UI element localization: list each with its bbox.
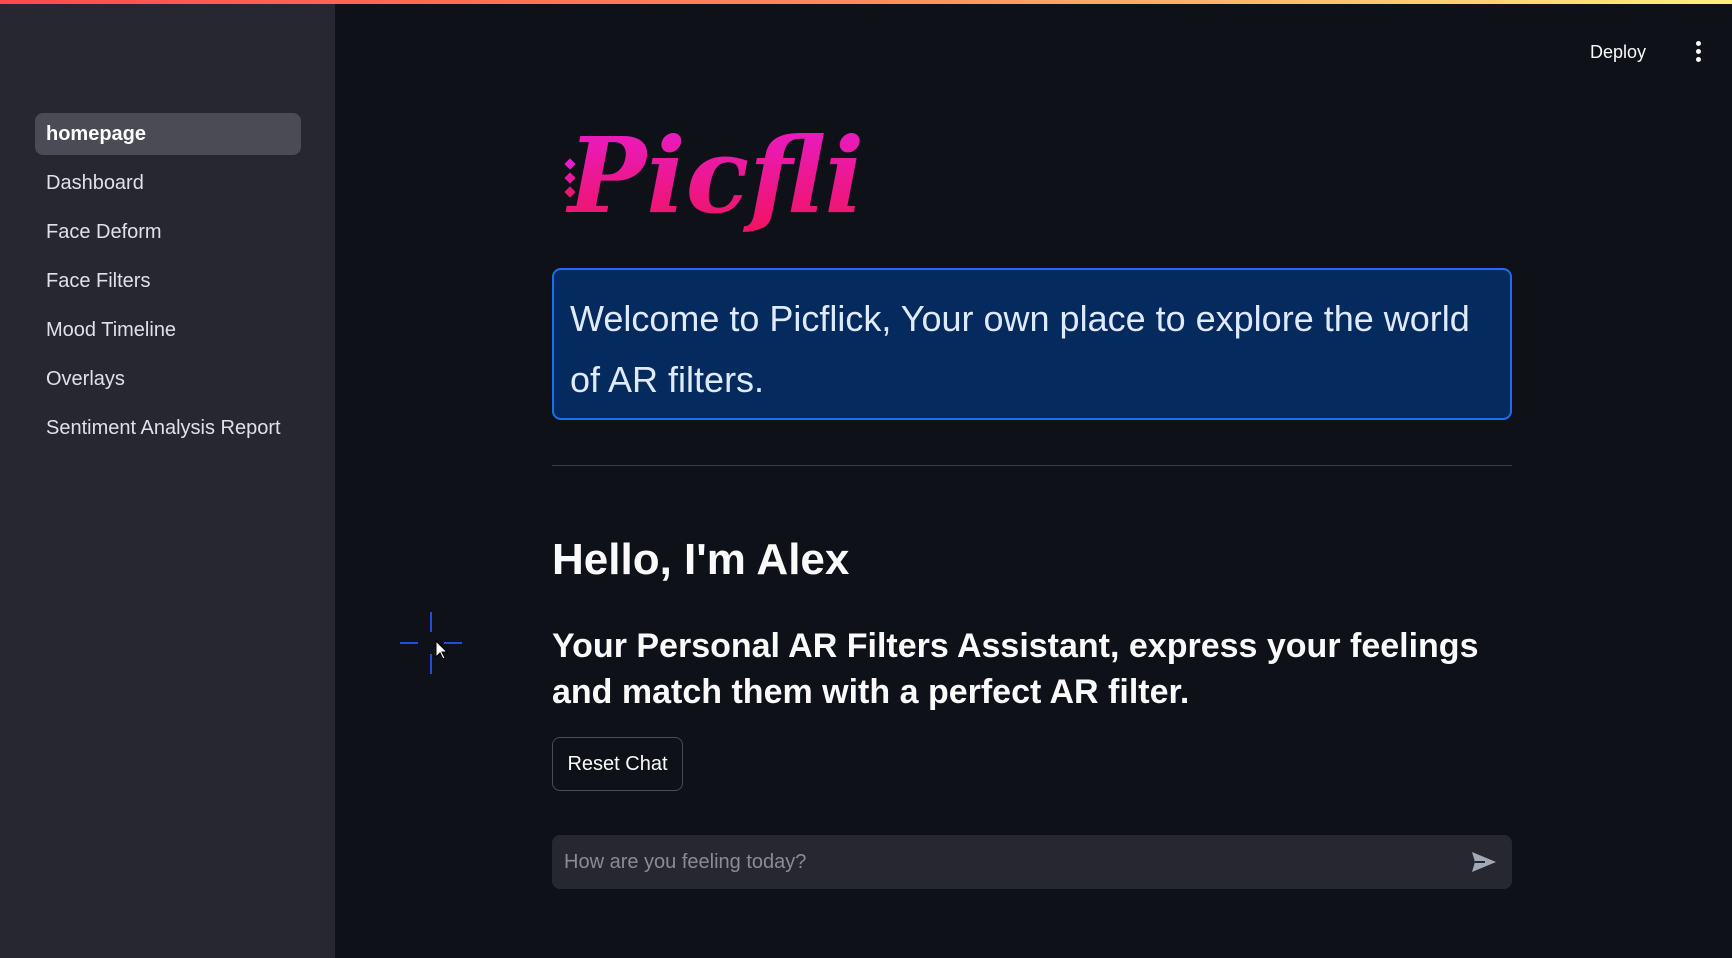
reset-chat-button[interactable]: Reset Chat xyxy=(552,737,683,791)
sidebar-item-overlays[interactable]: Overlays xyxy=(35,358,301,400)
chat-input[interactable] xyxy=(552,834,1460,890)
crosshair-cursor-icon xyxy=(400,612,462,674)
deploy-button[interactable]: Deploy xyxy=(1590,38,1646,66)
menu-dot xyxy=(1695,48,1701,54)
sidebar-item-face-filters[interactable]: Face Filters xyxy=(35,260,301,302)
kebab-menu-icon[interactable] xyxy=(1692,38,1704,64)
sidebar: homepage Dashboard Face Deform Face Filt… xyxy=(0,0,335,958)
menu-dot xyxy=(1695,40,1701,46)
sidebar-item-sentiment-analysis-report[interactable]: Sentiment Analysis Report xyxy=(35,407,301,449)
picflick-logo: Picflick xyxy=(564,114,860,237)
sidebar-item-face-deform[interactable]: Face Deform xyxy=(35,211,301,253)
send-icon[interactable] xyxy=(1460,838,1508,886)
assistant-subheading: Your Personal AR Filters Assistant, expr… xyxy=(552,627,1479,711)
divider xyxy=(552,465,1512,466)
logo-wordmark: Picflick xyxy=(565,114,860,237)
hello-heading: Hello, I'm Alex xyxy=(552,535,850,584)
sidebar-item-mood-timeline[interactable]: Mood Timeline xyxy=(35,309,301,351)
chat-input-container xyxy=(552,834,1512,890)
top-decoration-bar xyxy=(0,0,1732,4)
sidebar-item-dashboard[interactable]: Dashboard xyxy=(35,162,301,204)
sidebar-item-homepage[interactable]: homepage xyxy=(35,113,301,155)
welcome-info-box: Welcome to Picflick, Your own place to e… xyxy=(552,268,1512,420)
menu-dot xyxy=(1695,56,1701,62)
sidebar-nav: homepage Dashboard Face Deform Face Filt… xyxy=(35,113,301,456)
